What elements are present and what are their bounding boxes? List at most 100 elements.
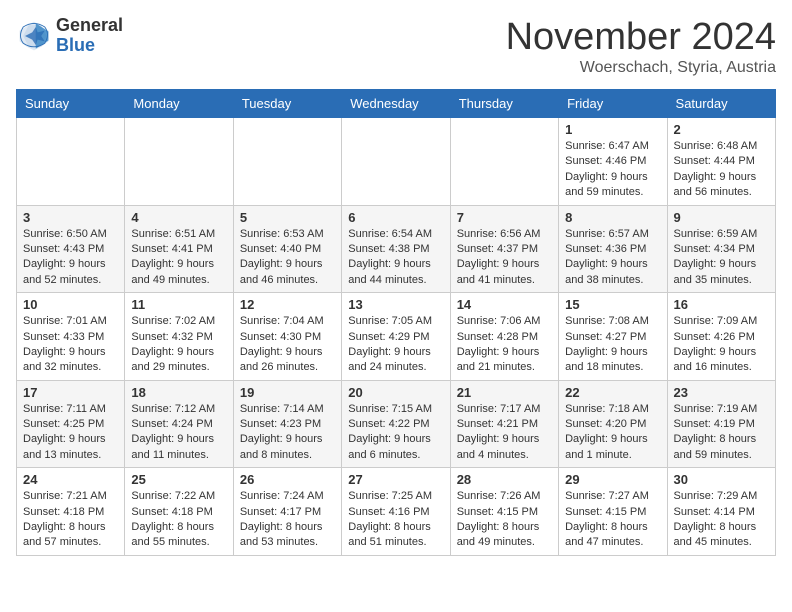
calendar-cell: 25 Sunrise: 7:22 AMSunset: 4:18 PMDayligh… bbox=[125, 468, 233, 556]
weekday-header-sunday: Sunday bbox=[17, 90, 125, 118]
day-info: Sunrise: 6:50 AMSunset: 4:43 PMDaylight:… bbox=[23, 227, 118, 289]
calendar: SundayMondayTuesdayWednesdayThursdayFrid… bbox=[16, 89, 776, 556]
week-row-2: 3Sunrise: 6:50 AMSunset: 4:43 PMDaylight… bbox=[17, 205, 776, 293]
day-info: Sunrise: 7:05 AMSunset: 4:29 PMDaylight:… bbox=[348, 314, 443, 376]
day-number: 22 bbox=[565, 385, 660, 400]
day-info: Sunrise: 7:21 AMSunset: 4:18 PMDaylight:… bbox=[23, 489, 118, 551]
calendar-cell: 5 Sunrise: 6:53 AMSunset: 4:40 PMDaylight… bbox=[233, 205, 341, 293]
weekday-header-row: SundayMondayTuesdayWednesdayThursdayFrid… bbox=[17, 90, 776, 118]
day-number: 19 bbox=[240, 385, 335, 400]
calendar-cell: 3Sunrise: 6:50 AMSunset: 4:43 PMDaylight… bbox=[17, 205, 125, 293]
day-info: Sunrise: 7:06 AMSunset: 4:28 PMDaylight:… bbox=[457, 314, 552, 376]
day-info: Sunrise: 6:59 AMSunset: 4:34 PMDaylight:… bbox=[674, 227, 769, 289]
calendar-cell bbox=[450, 118, 558, 206]
day-info: Sunrise: 7:08 AMSunset: 4:27 PMDaylight:… bbox=[565, 314, 660, 376]
day-info: Sunrise: 6:57 AMSunset: 4:36 PMDaylight:… bbox=[565, 227, 660, 289]
day-number: 27 bbox=[348, 472, 443, 487]
day-number: 29 bbox=[565, 472, 660, 487]
day-number: 11 bbox=[131, 297, 226, 312]
day-number: 17 bbox=[23, 385, 118, 400]
calendar-cell: 8 Sunrise: 6:57 AMSunset: 4:36 PMDaylight… bbox=[559, 205, 667, 293]
day-number: 21 bbox=[457, 385, 552, 400]
calendar-cell: 7 Sunrise: 6:56 AMSunset: 4:37 PMDaylight… bbox=[450, 205, 558, 293]
day-info: Sunrise: 7:27 AMSunset: 4:15 PMDaylight:… bbox=[565, 489, 660, 551]
calendar-cell: 6Sunrise: 6:54 AMSunset: 4:38 PMDaylight… bbox=[342, 205, 450, 293]
day-number: 25 bbox=[131, 472, 226, 487]
weekday-header-thursday: Thursday bbox=[450, 90, 558, 118]
day-number: 30 bbox=[674, 472, 769, 487]
calendar-cell: 2 Sunrise: 6:48 AMSunset: 4:44 PMDaylight… bbox=[667, 118, 775, 206]
day-number: 23 bbox=[674, 385, 769, 400]
day-info: Sunrise: 7:24 AMSunset: 4:17 PMDaylight:… bbox=[240, 489, 335, 551]
location: Woerschach, Styria, Austria bbox=[506, 59, 776, 77]
day-info: Sunrise: 6:56 AMSunset: 4:37 PMDaylight:… bbox=[457, 227, 552, 289]
calendar-cell: 10 Sunrise: 7:01 AMSunset: 4:33 PMDayligh… bbox=[17, 293, 125, 381]
calendar-cell: 12 Sunrise: 7:04 AMSunset: 4:30 PMDayligh… bbox=[233, 293, 341, 381]
calendar-cell: 1 Sunrise: 6:47 AMSunset: 4:46 PMDaylight… bbox=[559, 118, 667, 206]
day-info: Sunrise: 7:01 AMSunset: 4:33 PMDaylight:… bbox=[23, 314, 118, 376]
weekday-header-monday: Monday bbox=[125, 90, 233, 118]
logo-blue: Blue bbox=[56, 36, 123, 56]
day-number: 7 bbox=[457, 210, 552, 225]
weekday-header-tuesday: Tuesday bbox=[233, 90, 341, 118]
day-number: 5 bbox=[240, 210, 335, 225]
calendar-cell: 16 Sunrise: 7:09 AMSunset: 4:26 PMDayligh… bbox=[667, 293, 775, 381]
day-info: Sunrise: 7:15 AMSunset: 4:22 PMDaylight:… bbox=[348, 402, 443, 464]
day-number: 14 bbox=[457, 297, 552, 312]
day-info: Sunrise: 7:12 AMSunset: 4:24 PMDaylight:… bbox=[131, 402, 226, 464]
day-info: Sunrise: 7:22 AMSunset: 4:18 PMDaylight:… bbox=[131, 489, 226, 551]
logo-general: General bbox=[56, 16, 123, 36]
weekday-header-saturday: Saturday bbox=[667, 90, 775, 118]
calendar-cell: 29 Sunrise: 7:27 AMSunset: 4:15 PMDayligh… bbox=[559, 468, 667, 556]
day-info: Sunrise: 6:51 AMSunset: 4:41 PMDaylight:… bbox=[131, 227, 226, 289]
day-number: 18 bbox=[131, 385, 226, 400]
day-info: Sunrise: 6:48 AMSunset: 4:44 PMDaylight:… bbox=[674, 139, 769, 201]
day-number: 2 bbox=[674, 122, 769, 137]
calendar-cell: 15Sunrise: 7:08 AMSunset: 4:27 PMDayligh… bbox=[559, 293, 667, 381]
day-number: 9 bbox=[674, 210, 769, 225]
calendar-cell bbox=[233, 118, 341, 206]
day-info: Sunrise: 7:02 AMSunset: 4:32 PMDaylight:… bbox=[131, 314, 226, 376]
day-info: Sunrise: 7:09 AMSunset: 4:26 PMDaylight:… bbox=[674, 314, 769, 376]
calendar-cell: 11 Sunrise: 7:02 AMSunset: 4:32 PMDayligh… bbox=[125, 293, 233, 381]
week-row-1: 1 Sunrise: 6:47 AMSunset: 4:46 PMDaylight… bbox=[17, 118, 776, 206]
day-number: 1 bbox=[565, 122, 660, 137]
calendar-cell: 23 Sunrise: 7:19 AMSunset: 4:19 PMDayligh… bbox=[667, 380, 775, 468]
calendar-cell: 9 Sunrise: 6:59 AMSunset: 4:34 PMDaylight… bbox=[667, 205, 775, 293]
day-info: Sunrise: 7:18 AMSunset: 4:20 PMDaylight:… bbox=[565, 402, 660, 464]
day-number: 12 bbox=[240, 297, 335, 312]
day-info: Sunrise: 7:26 AMSunset: 4:15 PMDaylight:… bbox=[457, 489, 552, 551]
day-info: Sunrise: 7:29 AMSunset: 4:14 PMDaylight:… bbox=[674, 489, 769, 551]
day-number: 10 bbox=[23, 297, 118, 312]
day-number: 28 bbox=[457, 472, 552, 487]
day-number: 24 bbox=[23, 472, 118, 487]
calendar-cell: 21 Sunrise: 7:17 AMSunset: 4:21 PMDayligh… bbox=[450, 380, 558, 468]
calendar-cell: 24 Sunrise: 7:21 AMSunset: 4:18 PMDayligh… bbox=[17, 468, 125, 556]
calendar-cell bbox=[17, 118, 125, 206]
month-title: November 2024 bbox=[506, 16, 776, 59]
calendar-cell: 26 Sunrise: 7:24 AMSunset: 4:17 PMDayligh… bbox=[233, 468, 341, 556]
day-info: Sunrise: 6:47 AMSunset: 4:46 PMDaylight:… bbox=[565, 139, 660, 201]
day-number: 20 bbox=[348, 385, 443, 400]
weekday-header-friday: Friday bbox=[559, 90, 667, 118]
day-number: 16 bbox=[674, 297, 769, 312]
calendar-cell: 17Sunrise: 7:11 AMSunset: 4:25 PMDayligh… bbox=[17, 380, 125, 468]
calendar-cell: 28 Sunrise: 7:26 AMSunset: 4:15 PMDayligh… bbox=[450, 468, 558, 556]
calendar-cell bbox=[125, 118, 233, 206]
day-info: Sunrise: 6:53 AMSunset: 4:40 PMDaylight:… bbox=[240, 227, 335, 289]
header: General Blue November 2024 Woerschach, S… bbox=[16, 16, 776, 77]
day-info: Sunrise: 7:19 AMSunset: 4:19 PMDaylight:… bbox=[674, 402, 769, 464]
day-number: 8 bbox=[565, 210, 660, 225]
page: General Blue November 2024 Woerschach, S… bbox=[0, 0, 792, 572]
calendar-cell: 19Sunrise: 7:14 AMSunset: 4:23 PMDayligh… bbox=[233, 380, 341, 468]
week-row-5: 24 Sunrise: 7:21 AMSunset: 4:18 PMDayligh… bbox=[17, 468, 776, 556]
day-info: Sunrise: 7:17 AMSunset: 4:21 PMDaylight:… bbox=[457, 402, 552, 464]
day-info: Sunrise: 6:54 AMSunset: 4:38 PMDaylight:… bbox=[348, 227, 443, 289]
day-info: Sunrise: 7:04 AMSunset: 4:30 PMDaylight:… bbox=[240, 314, 335, 376]
calendar-cell: 30 Sunrise: 7:29 AMSunset: 4:14 PMDayligh… bbox=[667, 468, 775, 556]
calendar-cell: 4Sunrise: 6:51 AMSunset: 4:41 PMDaylight… bbox=[125, 205, 233, 293]
title-area: November 2024 Woerschach, Styria, Austri… bbox=[506, 16, 776, 77]
calendar-cell: 13Sunrise: 7:05 AMSunset: 4:29 PMDayligh… bbox=[342, 293, 450, 381]
weekday-header-wednesday: Wednesday bbox=[342, 90, 450, 118]
day-number: 26 bbox=[240, 472, 335, 487]
